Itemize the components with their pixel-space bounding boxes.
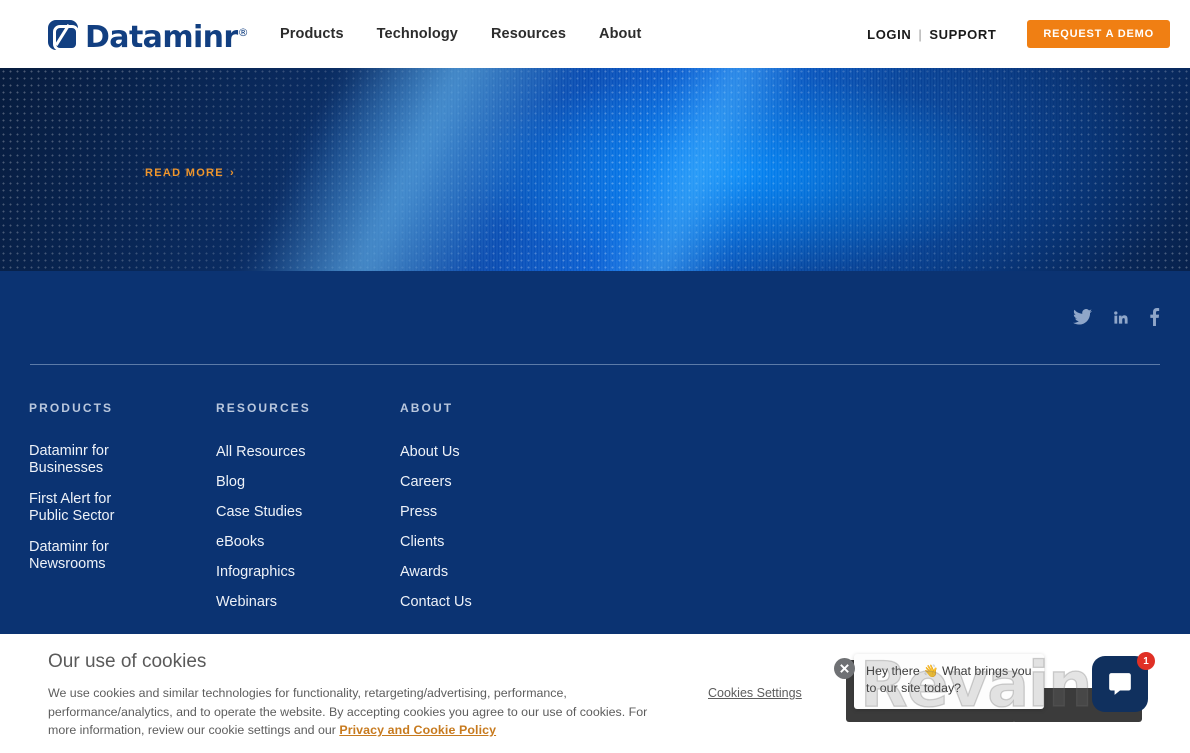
privacy-and-cookie-policy-link[interactable]: Privacy and Cookie Policy: [339, 723, 496, 737]
cookie-banner-body: We use cookies and similar technologies …: [48, 684, 663, 740]
footer-column-title-resources: RESOURCES: [216, 401, 311, 415]
footer-column-products: PRODUCTS Dataminr for Businesses First A…: [29, 401, 216, 623]
chat-widget: Hey there 👋 What brings you to our site …: [832, 650, 1190, 753]
list-item: Contact Us: [400, 593, 600, 611]
footer-links-about: About Us Careers Press Clients Awards Co…: [400, 443, 600, 611]
linkedin-in-glyph: [1114, 311, 1128, 324]
footer-divider: [30, 364, 1160, 365]
read-more-label: READ MORE: [145, 167, 224, 179]
footer-links-products: Dataminr for Businesses First Alert for …: [29, 443, 216, 573]
cookies-settings-button[interactable]: Cookies Settings: [708, 686, 802, 700]
request-a-demo-button[interactable]: REQUEST A DEMO: [1027, 20, 1170, 48]
twitter-bird-glyph: [1073, 309, 1092, 325]
chat-greeting-message[interactable]: Hey there 👋 What brings you to our site …: [854, 654, 1044, 709]
registered-trademark-icon: ®: [237, 25, 249, 39]
close-x-glyph: [840, 664, 849, 673]
footer-column-about: ABOUT About Us Careers Press Clients Awa…: [400, 401, 600, 623]
chevron-right-icon: ›: [229, 166, 235, 179]
footer-link-columns: PRODUCTS Dataminr for Businesses First A…: [29, 401, 600, 623]
footer-column-title-products: PRODUCTS: [29, 401, 114, 415]
list-item: Infographics: [216, 563, 400, 581]
footer-link-careers[interactable]: Careers: [400, 474, 452, 491]
footer-column-resources: RESOURCES All Resources Blog Case Studie…: [216, 401, 400, 623]
footer-link-ebooks[interactable]: eBooks: [216, 534, 264, 551]
linkedin-icon[interactable]: [1112, 309, 1129, 325]
list-item: About Us: [400, 443, 600, 461]
logo-wordmark: Dataminr: [85, 19, 238, 55]
footer-link-infographics[interactable]: Infographics: [216, 564, 295, 581]
footer-link-dataminr-for-newsrooms[interactable]: Dataminr for Newsrooms: [29, 539, 134, 573]
nav-item-resources[interactable]: Resources: [491, 26, 566, 42]
list-item: First Alert for Public Sector: [29, 491, 216, 525]
footer-link-case-studies[interactable]: Case Studies: [216, 504, 302, 521]
footer-link-blog[interactable]: Blog: [216, 474, 245, 491]
footer-link-dataminr-for-businesses[interactable]: Dataminr for Businesses: [29, 443, 134, 477]
social-links: [1073, 308, 1160, 326]
footer-links-resources: All Resources Blog Case Studies eBooks I…: [216, 443, 400, 611]
list-item: Case Studies: [216, 503, 400, 521]
login-support-group: LOGIN | SUPPORT: [867, 27, 996, 42]
site-footer: PRODUCTS Dataminr for Businesses First A…: [0, 271, 1190, 634]
dataminr-logo[interactable]: Dataminr®: [48, 18, 249, 55]
list-item: Dataminr for Businesses: [29, 443, 216, 477]
list-item: Careers: [400, 473, 600, 491]
chat-close-icon[interactable]: [834, 658, 855, 679]
footer-link-press[interactable]: Press: [400, 504, 437, 521]
nav-item-products[interactable]: Products: [280, 26, 344, 42]
dataminr-logo-mark-icon: [48, 20, 79, 51]
facebook-f-glyph: [1150, 308, 1160, 326]
login-link[interactable]: LOGIN: [867, 27, 911, 42]
chat-bubble-icon: [1109, 673, 1131, 695]
list-item: Blog: [216, 473, 400, 491]
list-item: Awards: [400, 563, 600, 581]
footer-link-first-alert-public-sector[interactable]: First Alert for Public Sector: [29, 491, 134, 525]
list-item: Dataminr for Newsrooms: [29, 539, 216, 573]
twitter-icon[interactable]: [1073, 309, 1092, 325]
list-item: Clients: [400, 533, 600, 551]
cookie-banner-title: Our use of cookies: [48, 651, 207, 672]
read-more-link[interactable]: READ MORE ›: [145, 167, 235, 179]
list-item: All Resources: [216, 443, 400, 461]
support-link[interactable]: SUPPORT: [929, 27, 996, 42]
primary-navigation: Products Technology Resources About: [280, 0, 641, 68]
list-item: Press: [400, 503, 600, 521]
footer-link-clients[interactable]: Clients: [400, 534, 444, 551]
list-item: eBooks: [216, 533, 400, 551]
site-header: Dataminr® Products Technology Resources …: [0, 0, 1190, 68]
footer-link-about-us[interactable]: About Us: [400, 444, 460, 461]
footer-link-awards[interactable]: Awards: [400, 564, 448, 581]
list-item: Webinars: [216, 593, 400, 611]
facebook-icon[interactable]: [1149, 308, 1160, 326]
nav-item-about[interactable]: About: [599, 26, 641, 42]
footer-link-all-resources[interactable]: All Resources: [216, 444, 305, 461]
footer-column-title-about: ABOUT: [400, 401, 454, 415]
footer-link-webinars[interactable]: Webinars: [216, 594, 277, 611]
login-support-divider: |: [918, 26, 923, 42]
nav-item-technology[interactable]: Technology: [377, 26, 458, 42]
footer-link-contact-us[interactable]: Contact Us: [400, 594, 472, 611]
chat-unread-badge: 1: [1137, 652, 1155, 670]
header-actions: LOGIN | SUPPORT REQUEST A DEMO: [867, 0, 1170, 68]
dataminr-logo-text: Dataminr®: [85, 18, 249, 55]
hero-banner: READ MORE ›: [0, 68, 1190, 271]
page-root: Dataminr® Products Technology Resources …: [0, 0, 1190, 753]
